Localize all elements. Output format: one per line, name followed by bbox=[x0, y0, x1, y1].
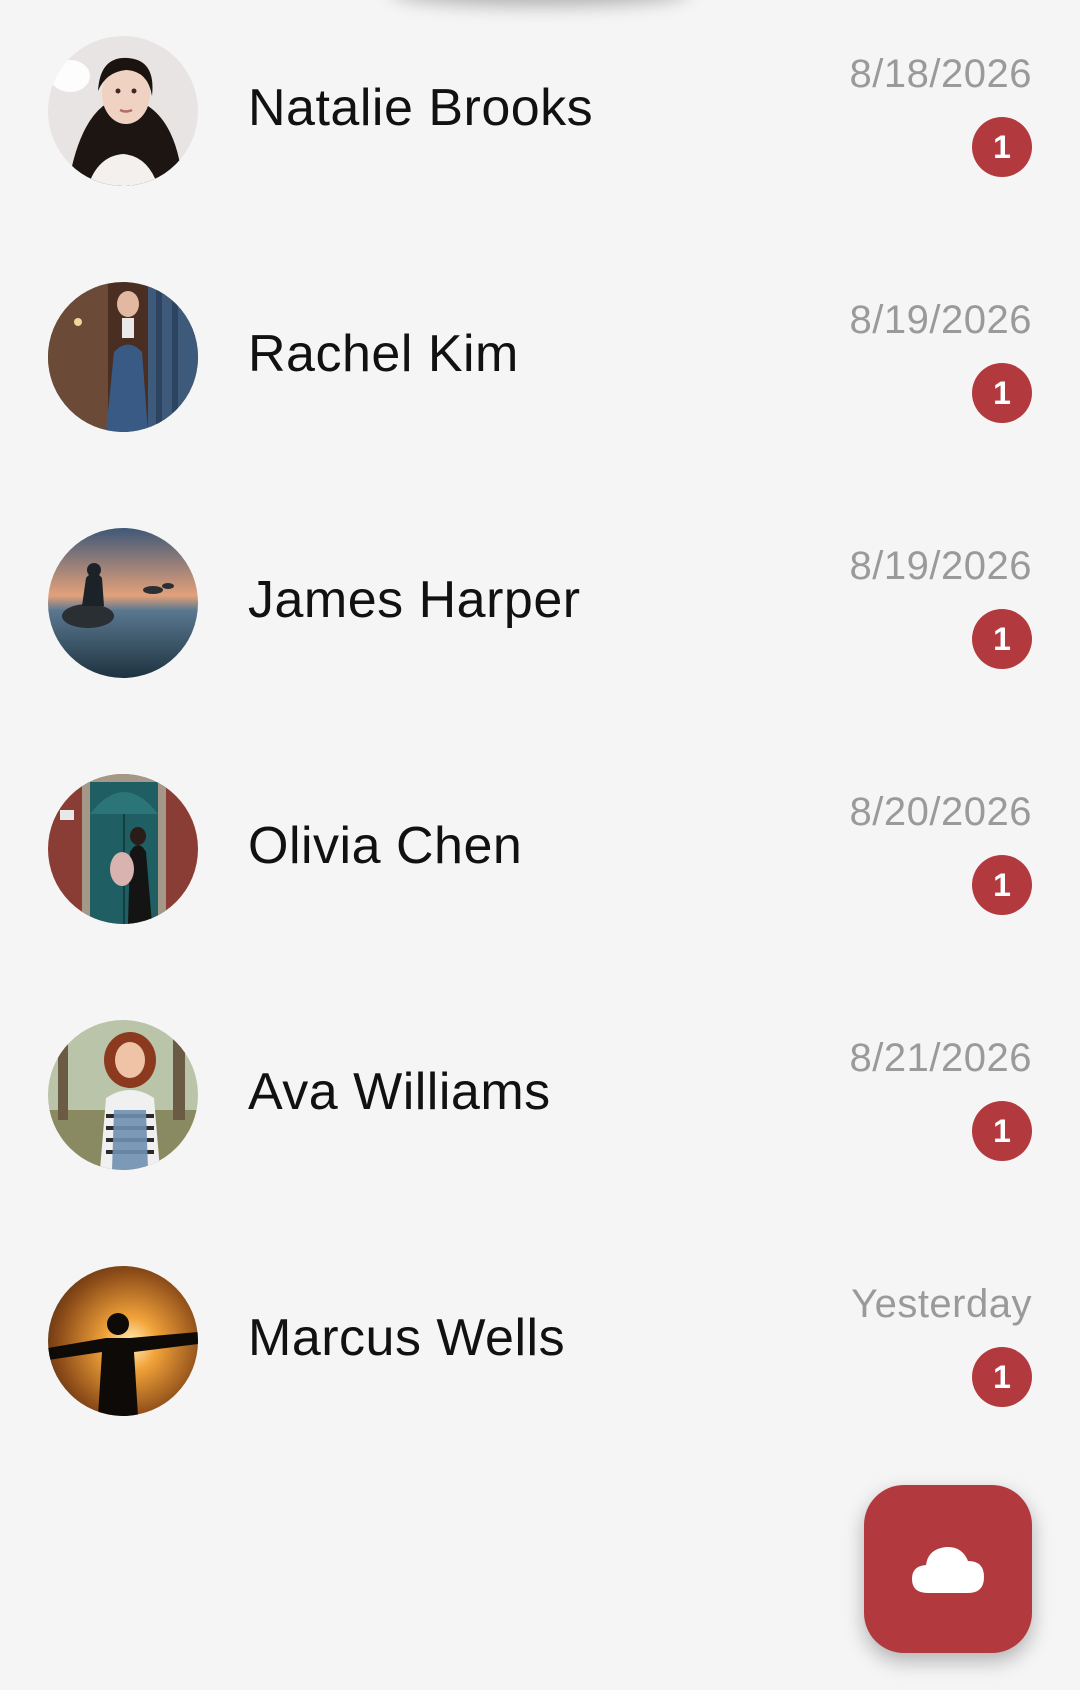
cloud-fab-button[interactable] bbox=[864, 1485, 1032, 1653]
unread-badge: 1 bbox=[972, 117, 1032, 177]
contact-name: Marcus Wells bbox=[248, 1309, 566, 1367]
contact-name: Ava Williams bbox=[248, 1063, 551, 1121]
avatar-image bbox=[48, 1020, 198, 1170]
contact-name: Olivia Chen bbox=[248, 817, 523, 875]
unread-badge: 1 bbox=[972, 1347, 1032, 1407]
avatar-image bbox=[48, 1266, 198, 1416]
avatar[interactable] bbox=[48, 528, 198, 678]
conversation-row[interactable]: Natalie Brooks 8/18/2026 1 bbox=[0, 0, 1080, 246]
avatar-image bbox=[48, 36, 198, 186]
unread-badge: 1 bbox=[972, 1101, 1032, 1161]
conversation-row[interactable]: Rachel Kim 8/19/2026 1 bbox=[0, 246, 1080, 492]
message-date: 8/19/2026 bbox=[849, 298, 1032, 342]
unread-badge: 1 bbox=[972, 609, 1032, 669]
avatar-image bbox=[48, 528, 198, 678]
unread-badge: 1 bbox=[972, 363, 1032, 423]
avatar-image bbox=[48, 774, 198, 924]
message-date: Yesterday bbox=[851, 1282, 1032, 1326]
unread-badge: 1 bbox=[972, 855, 1032, 915]
avatar[interactable] bbox=[48, 1020, 198, 1170]
conversation-list: Natalie Brooks 8/18/2026 1 Rachel Kim 8/… bbox=[0, 0, 1080, 1476]
conversation-row[interactable]: Ava Williams 8/21/2026 1 bbox=[0, 984, 1080, 1230]
message-date: 8/18/2026 bbox=[849, 52, 1032, 96]
contact-name: Natalie Brooks bbox=[248, 79, 594, 137]
avatar-image bbox=[48, 282, 198, 432]
conversation-row[interactable]: Marcus Wells Yesterday 1 bbox=[0, 1230, 1080, 1476]
avatar[interactable] bbox=[48, 1266, 198, 1416]
message-date: 8/21/2026 bbox=[849, 1036, 1032, 1080]
cloud-icon bbox=[912, 1546, 984, 1593]
contact-name: James Harper bbox=[248, 571, 581, 629]
conversation-row[interactable]: James Harper 8/19/2026 1 bbox=[0, 492, 1080, 738]
contact-name: Rachel Kim bbox=[248, 325, 519, 383]
avatar[interactable] bbox=[48, 36, 198, 186]
conversation-row[interactable]: Olivia Chen 8/20/2026 1 bbox=[0, 738, 1080, 984]
message-date: 8/20/2026 bbox=[849, 790, 1032, 834]
avatar[interactable] bbox=[48, 774, 198, 924]
avatar[interactable] bbox=[48, 282, 198, 432]
message-date: 8/19/2026 bbox=[849, 544, 1032, 588]
